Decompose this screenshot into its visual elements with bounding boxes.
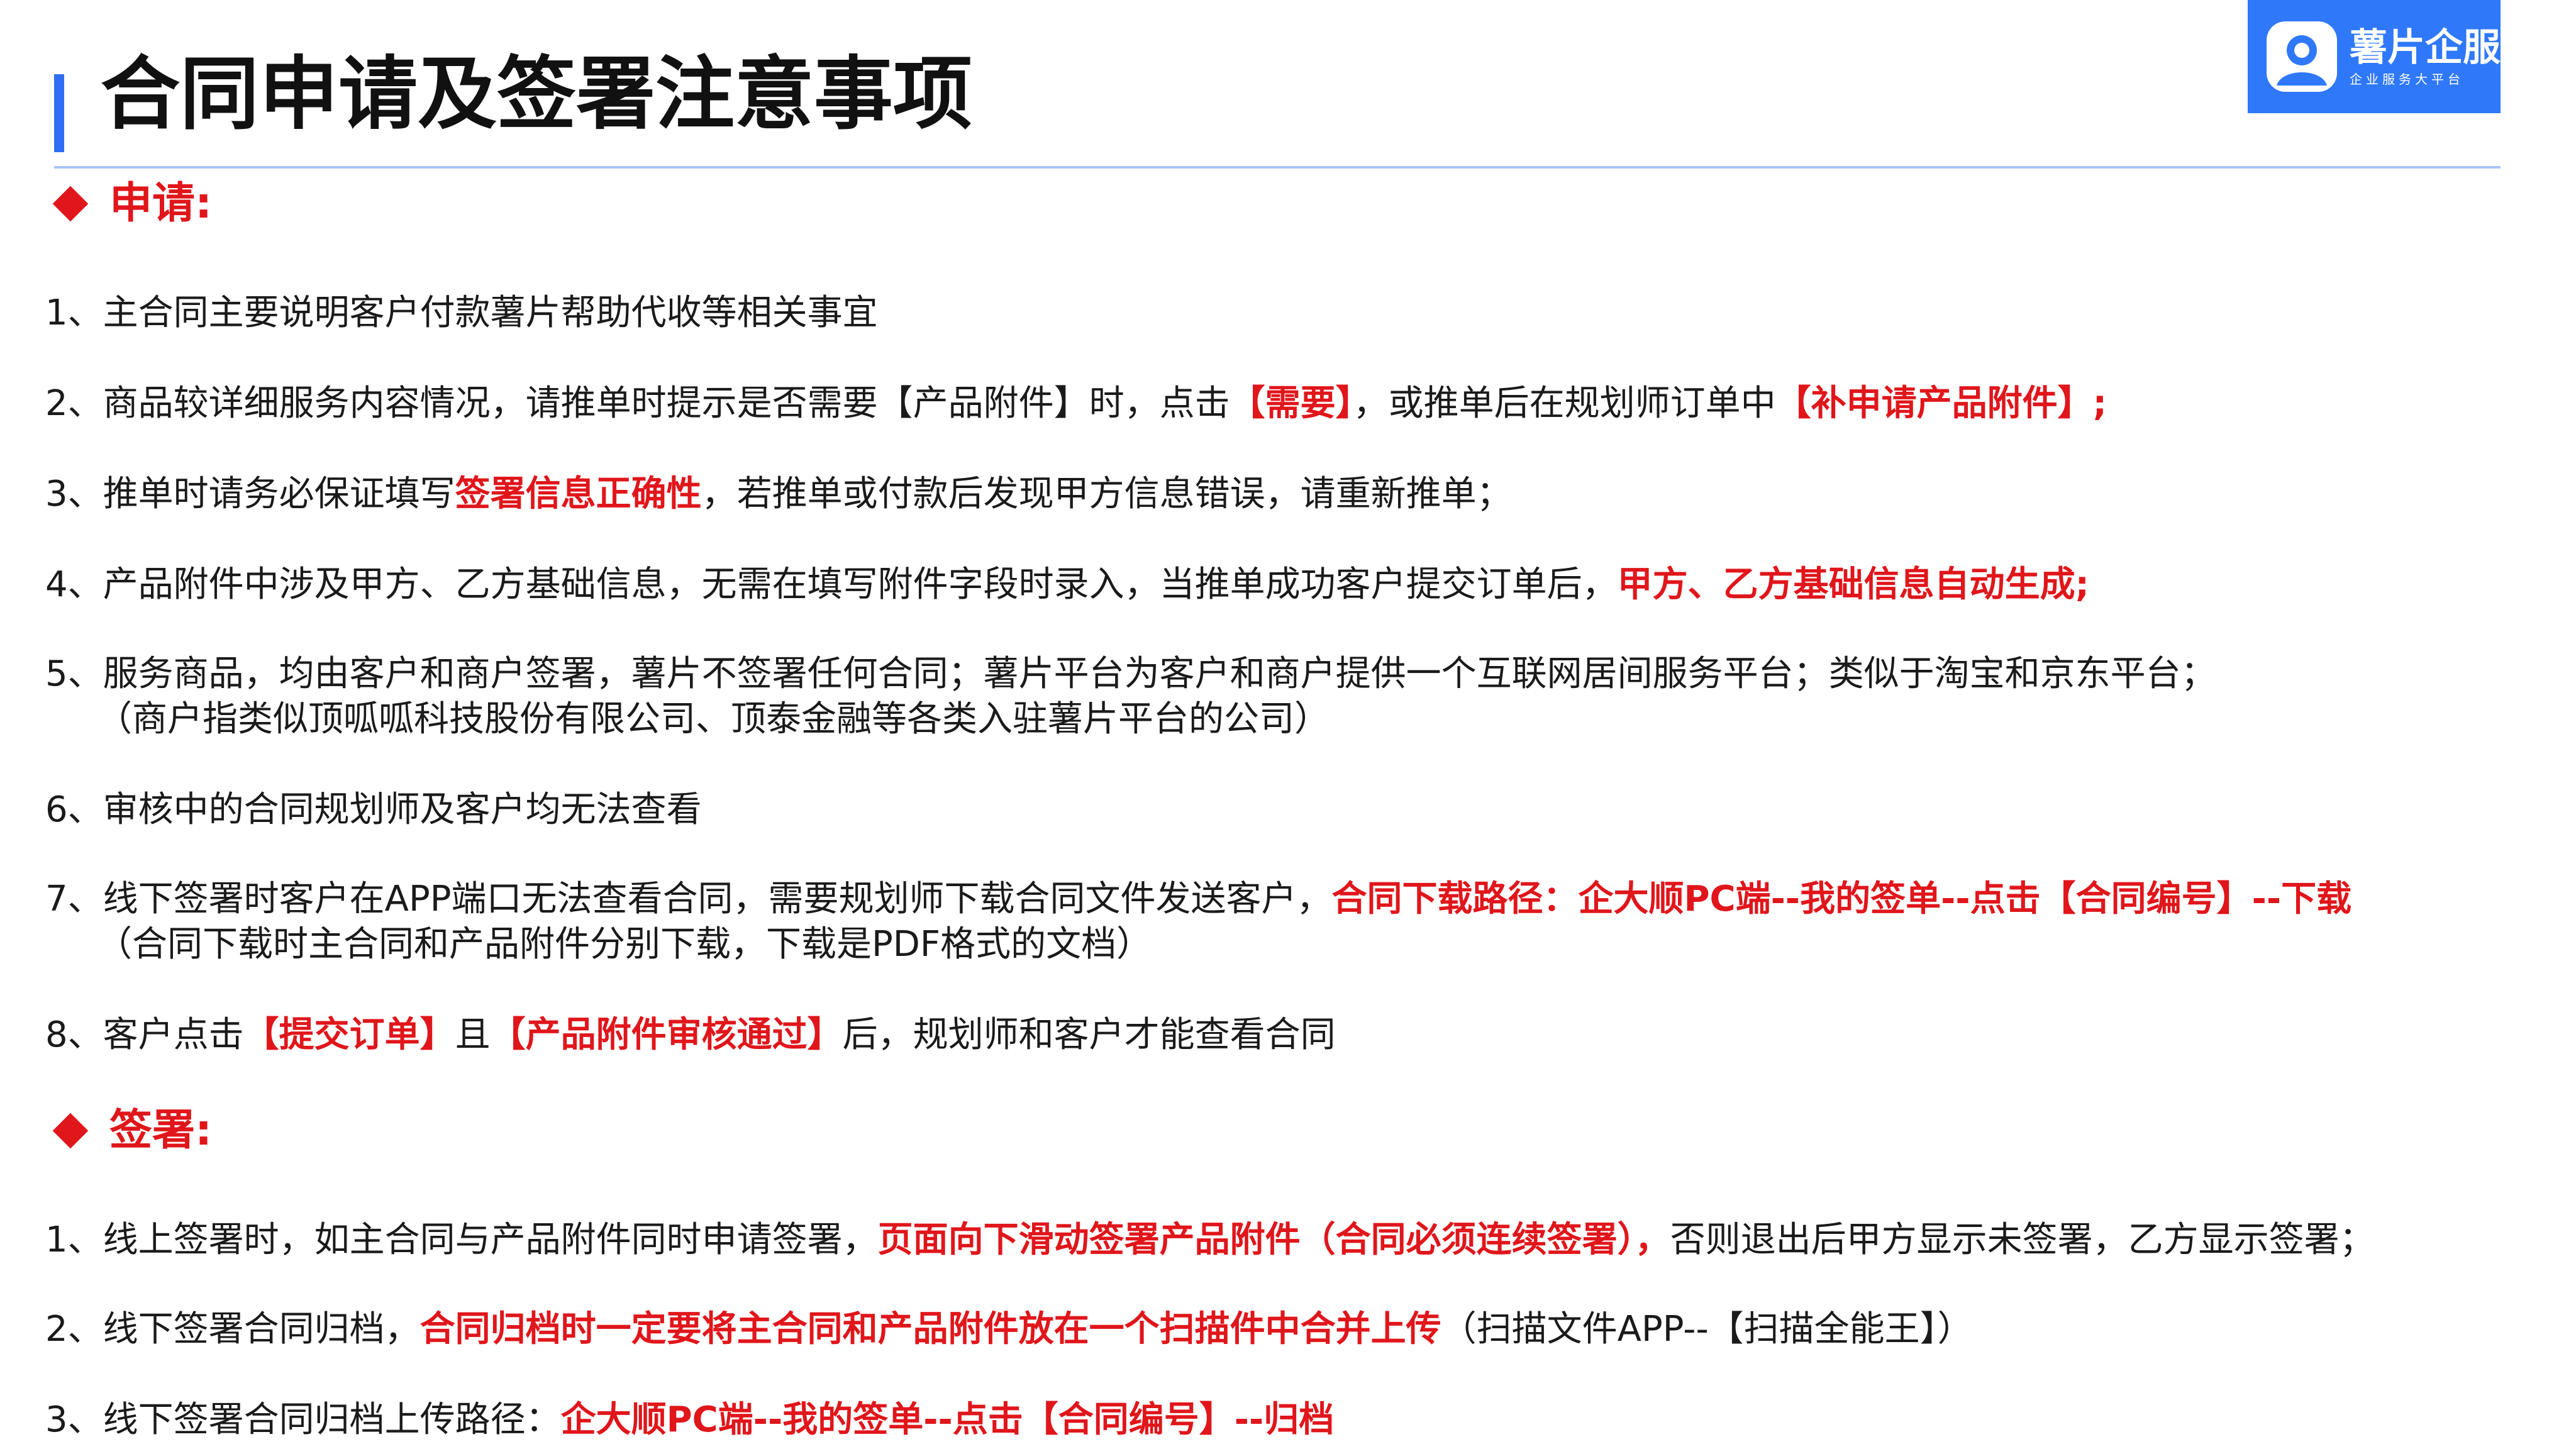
apply-item-2-highlight-need: 【需要】 — [1230, 383, 1353, 424]
apply-item-4-highlight: 甲方、乙方基础信息自动生成; — [1617, 564, 2090, 605]
sign-item-1-text: 1、线上签署时，如主合同与产品附件同时申请签署， — [45, 1219, 878, 1260]
sign-item-3-highlight: 企大顺PC端--我的签单--点击【合同编号】--归档 — [560, 1399, 1335, 1440]
section-title-sign-text: 签署: — [109, 1106, 213, 1155]
apply-item-7-highlight: 合同下载路径：企大顺PC端--我的签单--点击【合同编号】--下载 — [1331, 879, 2352, 919]
apply-item-1-text: 1、主合同主要说明客户付款薯片帮助代收等相关事宜 — [45, 292, 878, 333]
diamond-bullet-icon — [52, 1113, 89, 1149]
apply-item-6-text: 6、审核中的合同规划师及客户均无法查看 — [45, 789, 702, 830]
apply-item-3-text-cont: ，若推单或付款后发现甲方信息错误，请重新推单； — [701, 474, 1512, 514]
brand-logo: 薯片企服 企业服务大平台 — [2248, 0, 2501, 113]
apply-item-7-text: 7、线下签署时客户在APP端口无法查看合同，需要规划师下载合同文件发送客户， — [45, 879, 1332, 919]
sign-item-2-text-cont: （扫描文件APP--【扫描全能王】） — [1441, 1309, 1973, 1350]
apply-item-3-text: 3、推单时请务必保证填写 — [45, 474, 455, 514]
slide: 合同申请及签署注意事项 薯片企服 企业服务大平台 申请: 1、主合同主要说明客户… — [0, 0, 2576, 1449]
apply-item-2: 2、商品较详细服务内容情况，请推单时提示是否需要【产品附件】时，点击【需要】，或… — [45, 381, 2107, 426]
apply-item-5-note: （商户指类似顶呱呱科技股份有限公司、顶泰金融等各类入驻薯片平台的公司） — [97, 699, 1330, 740]
apply-item-8-text-cont: 后，规划师和客户才能查看合同 — [842, 1014, 1336, 1055]
logo-text: 薯片企服 企业服务大平台 — [2350, 25, 2501, 88]
apply-item-4: 4、产品附件中涉及甲方、乙方基础信息，无需在填写附件字段时录入，当推单成功客户提… — [45, 562, 2089, 608]
apply-item-5-text: 5、服务商品，均由客户和商户签署，薯片不签署任何合同；薯片平台为客户和商户提供一… — [45, 653, 2216, 694]
apply-item-7: 7、线下签署时客户在APP端口无法查看合同，需要规划师下载合同文件发送客户，合同… — [45, 877, 2351, 967]
apply-item-8-highlight-submit: 【提交订单】 — [243, 1014, 455, 1055]
apply-item-1: 1、主合同主要说明客户付款薯片帮助代收等相关事宜 — [45, 291, 878, 336]
apply-item-8-highlight-approved: 【产品附件审核通过】 — [490, 1014, 843, 1055]
apply-item-2-highlight-supplement: 【补申请产品附件】; — [1775, 383, 2107, 424]
logo-tagline: 企业服务大平台 — [2350, 72, 2464, 87]
apply-item-3: 3、推单时请务必保证填写签署信息正确性，若推单或付款后发现甲方信息错误，请重新推… — [45, 472, 1512, 517]
sign-item-1: 1、线上签署时，如主合同与产品附件同时申请签署，页面向下滑动签署产品附件（合同必… — [45, 1218, 2375, 1263]
page-title: 合同申请及签署注意事项 — [101, 48, 972, 140]
sign-item-2: 2、线下签署合同归档，合同归档时一定要将主合同和产品附件放在一个扫描件中合并上传… — [45, 1307, 1973, 1352]
apply-item-3-highlight: 签署信息正确性 — [455, 474, 702, 514]
apply-item-8-text: 8、客户点击 — [45, 1014, 244, 1055]
sign-item-2-text: 2、线下签署合同归档， — [45, 1309, 420, 1350]
sign-item-2-highlight: 合同归档时一定要将主合同和产品附件放在一个扫描件中合并上传 — [419, 1309, 1441, 1350]
apply-item-5: 5、服务商品，均由客户和商户签署，薯片不签署任何合同；薯片平台为客户和商户提供一… — [45, 652, 2216, 742]
apply-item-7-note: （合同下载时主合同和产品附件分别下载，下载是PDF格式的文档） — [97, 924, 1152, 965]
apply-item-2-text: 2、商品较详细服务内容情况，请推单时提示是否需要【产品附件】时，点击 — [45, 383, 1230, 424]
apply-item-2-text-cont: ，或推单后在规划师订单中 — [1353, 383, 1776, 424]
logo-name: 薯片企服 — [2350, 26, 2501, 70]
section-title-apply-text: 申请: — [109, 179, 213, 228]
section-title-apply: 申请: — [50, 177, 212, 230]
section-title-sign: 签署: — [50, 1104, 212, 1157]
sign-item-3-text: 3、线下签署合同归档上传路径： — [45, 1399, 561, 1440]
person-icon — [2267, 21, 2337, 92]
sign-item-1-text-cont: 否则退出后甲方显示未签署，乙方显示签署； — [1670, 1219, 2375, 1260]
apply-item-8: 8、客户点击【提交订单】且【产品附件审核通过】后，规划师和客户才能查看合同 — [45, 1013, 1336, 1058]
header-divider — [54, 166, 2501, 169]
sign-item-1-highlight: 页面向下滑动签署产品附件（合同必须连续签署）， — [877, 1219, 1670, 1260]
diamond-bullet-icon — [52, 186, 89, 222]
title-accent-bar — [54, 74, 64, 152]
apply-item-8-text-and: 且 — [455, 1014, 491, 1055]
apply-item-4-text: 4、产品附件中涉及甲方、乙方基础信息，无需在填写附件字段时录入，当推单成功客户提… — [45, 564, 1618, 605]
apply-item-6: 6、审核中的合同规划师及客户均无法查看 — [45, 787, 702, 833]
sign-item-3: 3、线下签署合同归档上传路径：企大顺PC端--我的签单--点击【合同编号】--归… — [45, 1397, 1334, 1443]
